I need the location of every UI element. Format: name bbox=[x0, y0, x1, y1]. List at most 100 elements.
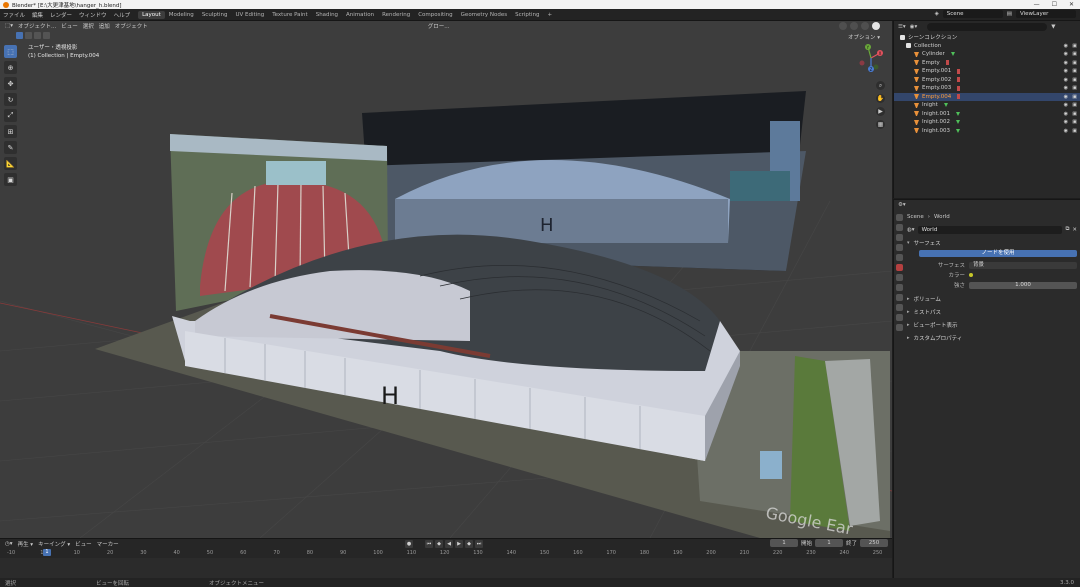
workspace-tab[interactable]: Texture Paint bbox=[268, 11, 312, 19]
workspace-tab[interactable]: Animation bbox=[342, 11, 378, 19]
render-camera-icon[interactable]: ▣ bbox=[1072, 51, 1077, 57]
end-frame-field[interactable]: 250 bbox=[860, 539, 888, 547]
render-camera-icon[interactable]: ▣ bbox=[1072, 77, 1077, 83]
marker-menu[interactable]: マーカー bbox=[97, 540, 119, 548]
surface-shader-field[interactable]: 背景 bbox=[969, 261, 1077, 269]
render-camera-icon[interactable]: ▣ bbox=[1072, 43, 1077, 49]
record-icon[interactable]: ● bbox=[405, 540, 413, 548]
select-subtract-icon[interactable] bbox=[34, 32, 41, 39]
menu-item[interactable]: ヘルプ bbox=[114, 11, 131, 19]
render-tab-icon[interactable] bbox=[896, 224, 903, 231]
visibility-eye-icon[interactable]: ◉ bbox=[1064, 94, 1068, 100]
scene-tab-icon[interactable] bbox=[896, 254, 903, 261]
workspace-tab[interactable]: Modeling bbox=[165, 11, 198, 19]
current-frame-field[interactable]: 1 bbox=[769, 539, 798, 547]
transform-orientation-dropdown[interactable]: グロー... bbox=[428, 22, 450, 30]
visibility-eye-icon[interactable]: ◉ bbox=[1064, 43, 1068, 49]
menu-item[interactable]: ファイル bbox=[3, 11, 25, 19]
outliner-object-row[interactable]: Inight.001 ◉ ▣ bbox=[894, 110, 1080, 119]
start-frame-field[interactable]: 1 bbox=[814, 539, 843, 547]
outliner-object-row[interactable]: Empty.004 ◉ ▣ bbox=[894, 92, 1080, 101]
visibility-eye-icon[interactable]: ◉ bbox=[1064, 77, 1068, 83]
workspace-tab[interactable]: Scripting bbox=[511, 11, 543, 19]
filter-icon[interactable]: ▼ bbox=[1051, 24, 1055, 30]
select-extend-icon[interactable] bbox=[25, 32, 32, 39]
keying-menu[interactable]: キーイング ▾ bbox=[38, 540, 70, 548]
world-tab-icon[interactable] bbox=[896, 264, 903, 271]
add-cube-tool-icon[interactable]: ▣ bbox=[4, 173, 17, 186]
annotate-tool-icon[interactable]: ✎ bbox=[4, 141, 17, 154]
constraints-tab-icon[interactable] bbox=[896, 304, 903, 311]
jump-start-icon[interactable]: ⏮ bbox=[425, 540, 433, 548]
workspace-tab[interactable]: Layout bbox=[138, 10, 165, 19]
rendered-shading-icon[interactable] bbox=[872, 22, 880, 30]
next-key-icon[interactable]: ◆ bbox=[465, 540, 473, 548]
color-socket-icon[interactable] bbox=[969, 273, 973, 277]
surface-panel-header[interactable]: サーフェス bbox=[907, 238, 1077, 247]
rotate-tool-icon[interactable]: ↻ bbox=[4, 93, 17, 106]
render-camera-icon[interactable]: ▣ bbox=[1072, 102, 1077, 108]
menu-item[interactable]: レンダー bbox=[50, 11, 72, 19]
workspace-tab[interactable]: Rendering bbox=[378, 11, 414, 19]
camera-view-icon[interactable]: ▶ bbox=[876, 107, 885, 116]
prev-key-icon[interactable]: ◆ bbox=[435, 540, 443, 548]
editor-type-icon[interactable]: ⬚▾ bbox=[5, 23, 13, 29]
viewport-select-menu[interactable]: 選択 bbox=[83, 22, 94, 30]
viewport-mode-menu[interactable]: オブジェクト... bbox=[18, 22, 56, 30]
outliner-search-input[interactable] bbox=[927, 23, 1048, 31]
3d-viewport[interactable]: H Google Ear H ⬚▾ オブジェクト... ビュー 選択 追加 オブ… bbox=[0, 21, 892, 538]
visibility-eye-icon[interactable]: ◉ bbox=[1064, 111, 1068, 117]
workspace-tab[interactable]: Geometry Nodes bbox=[457, 11, 511, 19]
modifier-tab-icon[interactable] bbox=[896, 284, 903, 291]
texture-tab-icon[interactable] bbox=[896, 324, 903, 331]
unlink-world-icon[interactable]: ✕ bbox=[1072, 227, 1077, 233]
outliner-object-row[interactable]: Empty.003 ◉ ▣ bbox=[894, 84, 1080, 93]
tool-tab-icon[interactable] bbox=[896, 214, 903, 221]
timeline-editor-icon[interactable]: ◷▾ bbox=[5, 541, 13, 547]
menu-item[interactable]: 編集 bbox=[32, 11, 43, 19]
object-tab-icon[interactable] bbox=[896, 274, 903, 281]
playhead[interactable]: 1 bbox=[43, 549, 51, 556]
world-name-field[interactable]: World bbox=[917, 225, 1063, 234]
outliner-editor-icon[interactable]: ☰▾ bbox=[898, 24, 906, 30]
perspective-toggle-icon[interactable]: ▦ bbox=[876, 120, 885, 129]
volume-panel-header[interactable]: ボリューム bbox=[907, 294, 1077, 303]
visibility-eye-icon[interactable]: ◉ bbox=[1064, 60, 1068, 66]
output-tab-icon[interactable] bbox=[896, 234, 903, 241]
select-invert-icon[interactable] bbox=[43, 32, 50, 39]
render-camera-icon[interactable]: ▣ bbox=[1072, 85, 1077, 91]
select-new-icon[interactable] bbox=[16, 32, 23, 39]
timeline-ruler[interactable]: -10 1 10 20 30 40 50 60 70 80 90 100 110 120 130 140 150… bbox=[0, 550, 892, 557]
strength-field[interactable]: 1.000 bbox=[969, 281, 1077, 289]
visibility-eye-icon[interactable]: ◉ bbox=[1064, 119, 1068, 125]
maximize-button[interactable]: ☐ bbox=[1052, 1, 1057, 8]
pan-hand-icon[interactable]: ✋ bbox=[876, 94, 885, 103]
scale-tool-icon[interactable]: ⤢ bbox=[4, 109, 17, 122]
collection-row[interactable]: Collection ◉ ▣ bbox=[894, 42, 1080, 51]
solid-shading-icon[interactable] bbox=[850, 22, 858, 30]
outliner-object-row[interactable]: Empty.002 ◉ ▣ bbox=[894, 76, 1080, 85]
outliner-object-row[interactable]: Inight ◉ ▣ bbox=[894, 101, 1080, 110]
move-tool-icon[interactable]: ✥ bbox=[4, 77, 17, 90]
outliner-object-row[interactable]: Inight.003 ◉ ▣ bbox=[894, 127, 1080, 136]
render-camera-icon[interactable]: ▣ bbox=[1072, 128, 1077, 134]
properties-editor-icon[interactable]: ⚙▾ bbox=[898, 202, 906, 208]
scene-collection-row[interactable]: シーンコレクション bbox=[894, 33, 1080, 42]
copy-world-icon[interactable]: ⧉ bbox=[1065, 226, 1069, 233]
transform-tool-icon[interactable]: ⊞ bbox=[4, 125, 17, 138]
visibility-eye-icon[interactable]: ◉ bbox=[1064, 51, 1068, 57]
outliner-object-row[interactable]: Empty.001 ◉ ▣ bbox=[894, 67, 1080, 76]
play-icon[interactable]: ▶ bbox=[455, 540, 463, 548]
select-box-tool-icon[interactable]: ⬚ bbox=[4, 45, 17, 58]
timeline-view-menu[interactable]: ビュー bbox=[75, 540, 92, 548]
jump-end-icon[interactable]: ⏭ bbox=[475, 540, 483, 548]
cursor-tool-icon[interactable]: ⊕ bbox=[4, 61, 17, 74]
close-button[interactable]: ✕ bbox=[1069, 1, 1074, 8]
visibility-eye-icon[interactable]: ◉ bbox=[1064, 68, 1068, 74]
render-camera-icon[interactable]: ▣ bbox=[1072, 111, 1077, 117]
viewport-add-menu[interactable]: 追加 bbox=[99, 22, 110, 30]
outliner-object-row[interactable]: Cylinder ◉ ▣ bbox=[894, 50, 1080, 59]
wireframe-shading-icon[interactable] bbox=[839, 22, 847, 30]
scene-field[interactable]: Scene bbox=[942, 10, 1003, 18]
visibility-eye-icon[interactable]: ◉ bbox=[1064, 102, 1068, 108]
